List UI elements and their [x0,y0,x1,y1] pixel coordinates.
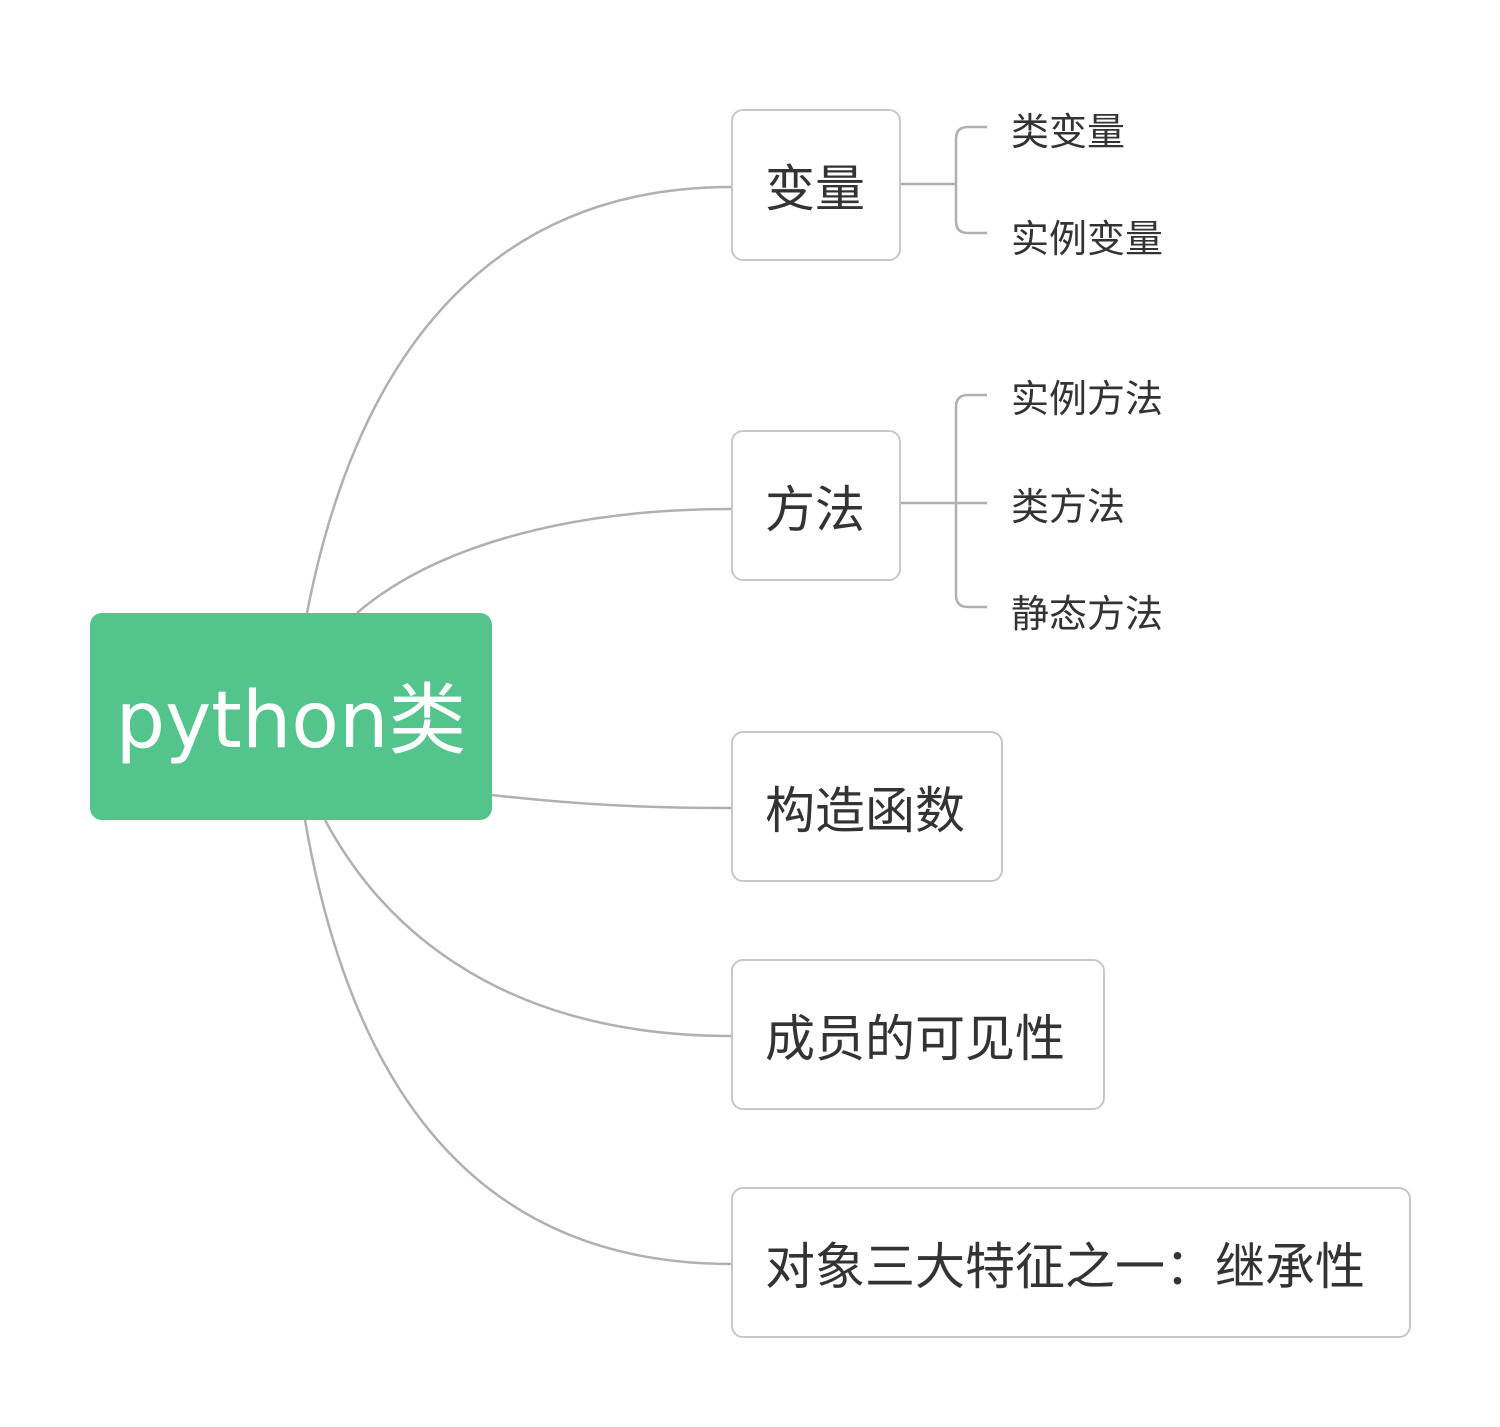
topic-label: 变量 [765,160,865,218]
root-label: python类 [115,675,467,766]
connector-root-topic-4 [323,819,732,1038]
topic-inheritance[interactable]: 对象三大特征之一：继承性 [731,1187,1411,1338]
topic-variables[interactable]: 变量 [731,109,901,261]
subtopic-class-variable[interactable]: 类变量 [1011,113,1125,151]
bracket-topic-2 [901,393,987,609]
topic-label: 对象三大特征之一：继承性 [765,1237,1365,1296]
bracket-topic-1 [901,125,987,235]
subtopic-static-method[interactable]: 静态方法 [1011,595,1163,633]
topic-member-visibility[interactable]: 成员的可见性 [731,959,1105,1110]
topic-label: 方法 [765,480,865,539]
topic-constructor[interactable]: 构造函数 [731,731,1003,882]
topic-label: 成员的可见性 [765,1009,1065,1068]
connector-root-topic-2 [356,507,732,614]
connector-root-topic-1 [305,185,732,614]
topic-label: 构造函数 [765,781,965,840]
subtopic-class-method[interactable]: 类方法 [1011,488,1125,526]
root-node[interactable]: python类 [90,613,492,820]
mind-map-canvas: python类 变量 方法 构造函数 成员的可见性 对象三大特征之一：继承性 类… [0,0,1500,1427]
subtopic-instance-method[interactable]: 实例方法 [1011,380,1163,418]
topic-methods[interactable]: 方法 [731,430,901,581]
connector-root-topic-3 [491,793,732,810]
subtopic-instance-variable[interactable]: 实例变量 [1011,220,1163,258]
